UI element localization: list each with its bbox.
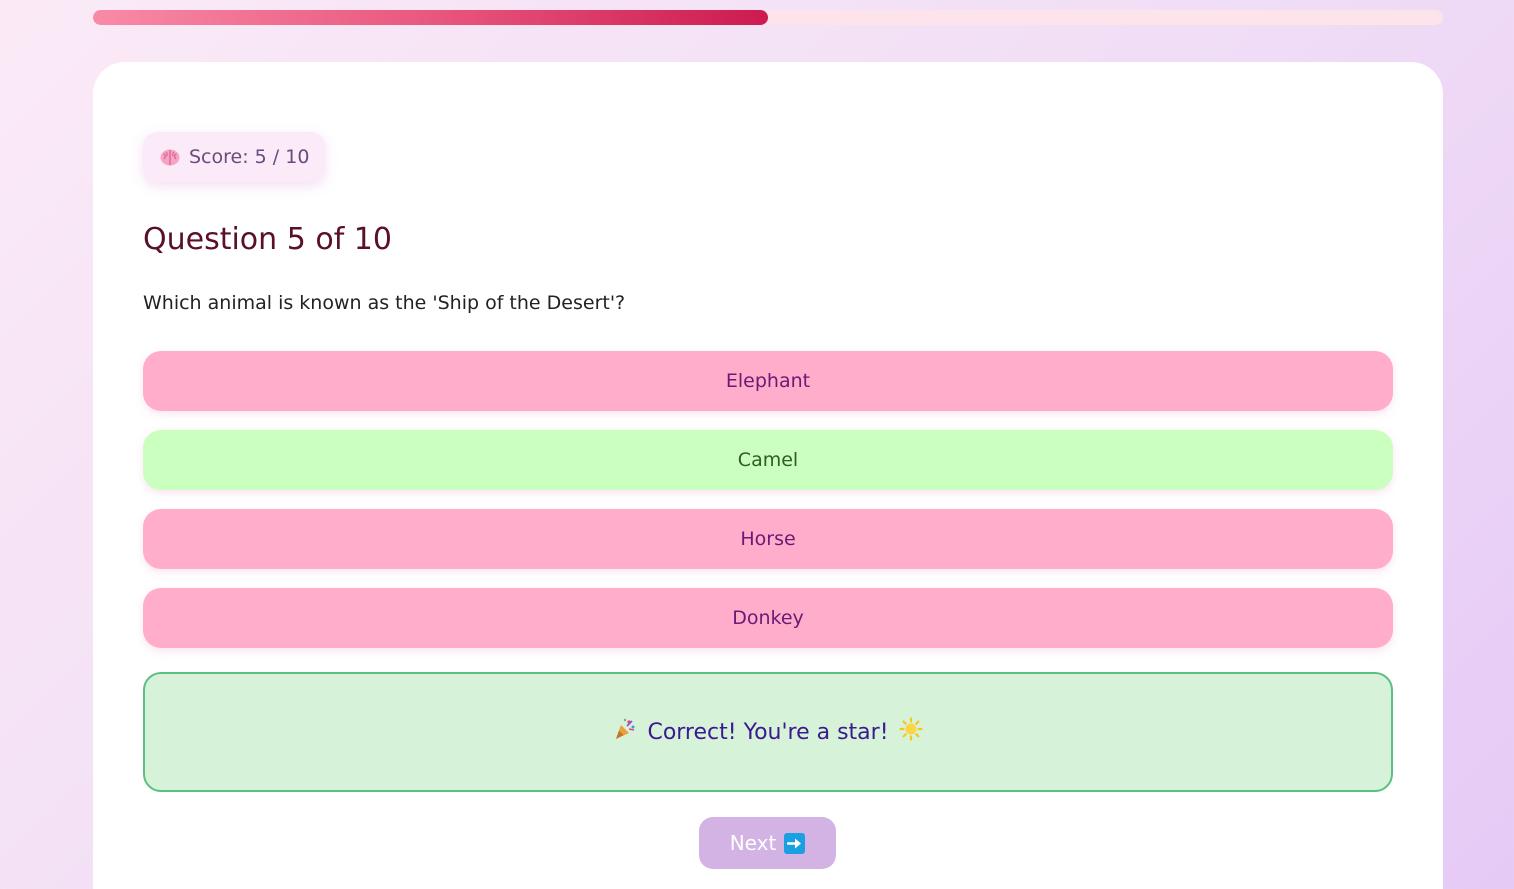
answer-option-label: Donkey	[732, 607, 804, 629]
party-popper-icon	[613, 717, 637, 747]
next-button[interactable]: Next	[699, 817, 836, 869]
feedback-message: Correct! You're a star!	[143, 672, 1393, 792]
answer-option[interactable]: Donkey	[143, 588, 1393, 648]
answer-option[interactable]: Elephant	[143, 351, 1393, 411]
quiz-card: Score: 5 / 10 Question 5 of 10 Which ani…	[93, 62, 1443, 889]
score-badge: Score: 5 / 10	[143, 132, 326, 182]
next-button-label: Next	[729, 831, 777, 855]
answer-option-label: Horse	[740, 528, 796, 550]
answer-option[interactable]: Camel	[143, 430, 1393, 490]
score-label: Score: 5 / 10	[189, 146, 310, 168]
answer-option-label: Camel	[737, 449, 799, 471]
answer-option-label: Elephant	[725, 370, 811, 392]
progress-bar	[93, 10, 1443, 25]
feedback-text: Correct! You're a star!	[647, 719, 889, 745]
right-arrow-icon	[784, 832, 806, 854]
question-text: Which animal is known as the 'Ship of th…	[143, 292, 626, 314]
sun-icon	[898, 717, 923, 747]
brain-icon	[159, 146, 181, 168]
question-title: Question 5 of 10	[143, 222, 392, 257]
progress-bar-fill	[93, 10, 768, 25]
answer-options: Elephant Camel Horse Donkey	[143, 351, 1393, 667]
answer-option[interactable]: Horse	[143, 509, 1393, 569]
